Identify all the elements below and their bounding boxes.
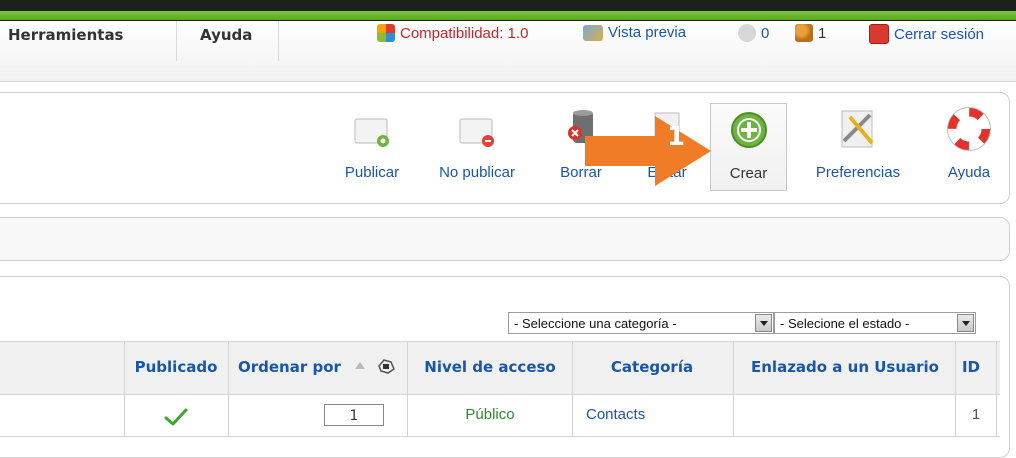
help-button[interactable]: Ayuda <box>932 103 1006 189</box>
menu-divider <box>176 21 177 61</box>
column-divider <box>228 341 229 437</box>
filter-panel <box>0 217 1010 261</box>
column-divider <box>572 341 573 437</box>
messages-count-value: 0 <box>761 24 770 42</box>
publish-icon <box>354 118 389 147</box>
column-category[interactable]: Categoría <box>572 341 732 393</box>
published-check-icon[interactable] <box>163 407 189 427</box>
compatibility-label: Compatibilidad: 1.0 <box>400 24 529 42</box>
preview-link[interactable]: Vista previa <box>583 24 686 41</box>
column-access[interactable]: Nivel de acceso <box>408 341 572 393</box>
column-id[interactable]: ID <box>956 341 986 393</box>
help-label: Ayuda <box>947 164 991 181</box>
save-order-icon[interactable] <box>376 357 396 375</box>
chevron-down-icon <box>755 314 772 332</box>
category-select-value: - Seleccione una categoría - <box>514 316 677 331</box>
plus-circle-icon <box>730 112 767 148</box>
header-accent-stripe <box>0 11 1016 20</box>
state-select-value: - Selecione el estado - <box>780 316 910 331</box>
users-icon <box>795 24 813 42</box>
id-cell: 1 <box>971 406 981 423</box>
unpublish-icon <box>459 118 494 147</box>
column-published[interactable]: Publicado <box>126 341 226 393</box>
annotation-arrow <box>585 116 711 186</box>
users-online[interactable]: 1 <box>795 24 826 42</box>
new-label: Crear <box>729 165 768 182</box>
column-linked-user[interactable]: Enlazado a un Usuario <box>734 341 956 393</box>
column-order[interactable]: Ordenar por <box>238 341 354 393</box>
column-divider <box>996 341 997 437</box>
sort-asc-icon <box>355 362 365 369</box>
column-divider <box>124 341 125 437</box>
access-level-link[interactable]: Público <box>408 395 572 435</box>
linked-user-cell <box>734 395 956 435</box>
menu-divider <box>278 21 279 61</box>
category-select[interactable]: - Seleccione una categoría - <box>508 312 774 334</box>
publish-button[interactable]: Publicar <box>332 103 412 189</box>
unpublish-button[interactable]: No publicar <box>422 103 532 189</box>
chevron-down-icon <box>957 314 974 332</box>
order-input[interactable]: 1 <box>324 404 384 426</box>
unpublish-label: No publicar <box>439 164 515 181</box>
logout-label: Cerrar sesión <box>894 25 985 43</box>
new-button[interactable]: Crear <box>710 103 787 191</box>
preview-icon <box>583 24 603 41</box>
preferences-button[interactable]: Preferencias <box>798 103 918 189</box>
preview-label: Vista previa <box>608 24 687 41</box>
category-link[interactable]: Contacts <box>586 395 726 435</box>
users-count-value: 1 <box>818 24 827 42</box>
header-bar <box>0 0 1016 21</box>
preferences-icon <box>841 110 874 148</box>
menu-herramientas[interactable]: Herramientas <box>8 26 124 44</box>
annotation-number: 1 <box>666 122 686 152</box>
publish-label: Publicar <box>344 164 400 181</box>
logout-icon <box>869 24 889 44</box>
messages-icon <box>738 24 756 42</box>
row-divider <box>0 436 1000 437</box>
messages-count[interactable]: 0 <box>738 24 769 42</box>
compatibility-status[interactable]: Compatibilidad: 1.0 <box>377 24 528 42</box>
state-select[interactable]: - Selecione el estado - <box>774 312 976 334</box>
preferences-label: Preferencias <box>815 164 901 181</box>
menu-ayuda[interactable]: Ayuda <box>200 26 252 44</box>
lifebuoy-icon <box>947 107 991 151</box>
joomla-logo-icon <box>377 24 395 42</box>
logout-link[interactable]: Cerrar sesión <box>869 24 984 44</box>
